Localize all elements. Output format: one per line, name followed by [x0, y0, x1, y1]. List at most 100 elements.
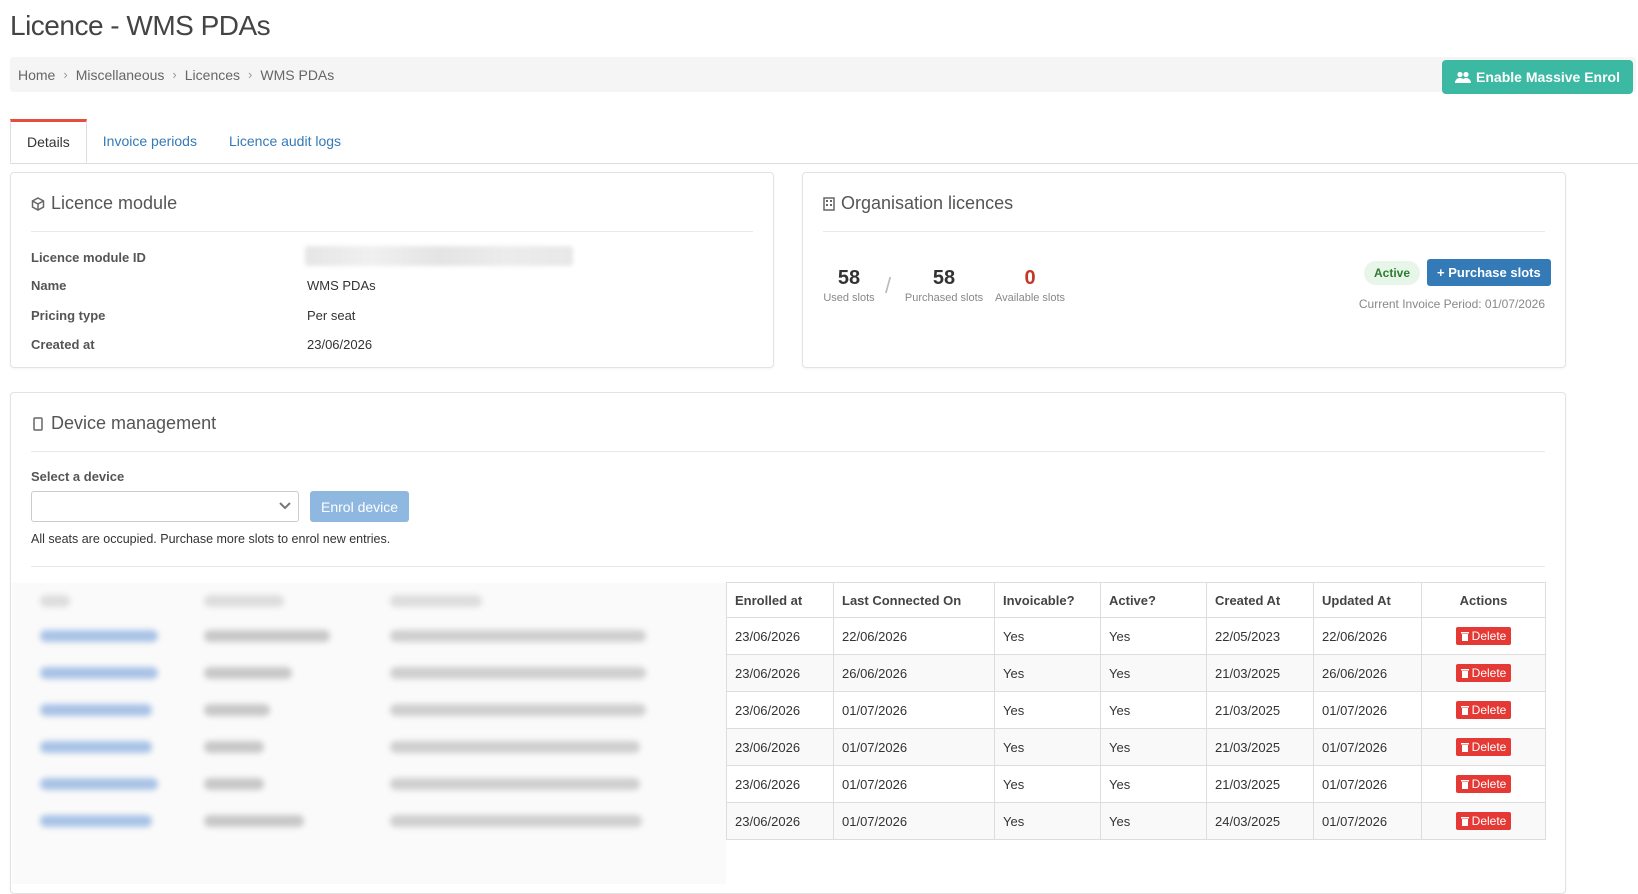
tablet-icon [33, 416, 43, 431]
enrolled-at-cell: 23/06/2026 [726, 691, 834, 729]
created-at-cell: 21/03/2025 [1206, 691, 1314, 729]
column-created-at[interactable]: Created At [1206, 582, 1314, 618]
enrolled-at-cell: 23/06/2026 [726, 617, 834, 655]
last-connected-cell: 01/07/2026 [833, 765, 995, 803]
table-row: 23/06/2026 26/06/2026 Yes Yes 21/03/2025… [726, 654, 1546, 692]
table-row: 23/06/2026 01/07/2026 Yes Yes 21/03/2025… [726, 765, 1546, 803]
name-value: WMS PDAs [307, 278, 376, 293]
table-header-row: Enrolled at Last Connected On Invoicable… [726, 582, 1546, 618]
invoicable-cell: Yes [994, 654, 1101, 692]
breadcrumb-bar: Home › Miscellaneous › Licences › WMS PD… [10, 57, 1636, 94]
enable-massive-enrol-button[interactable]: Enable Massive Enrol [1442, 60, 1633, 94]
updated-at-cell: 01/07/2026 [1313, 691, 1422, 729]
purchased-slots-stat: 58 Purchased slots [903, 267, 985, 304]
updated-at-cell: 26/06/2026 [1313, 654, 1422, 692]
chevron-right-icon: › [63, 67, 68, 82]
delete-button[interactable]: Delete [1455, 627, 1512, 645]
licence-module-id-value-redacted [305, 246, 573, 266]
used-slots-value: 58 [837, 267, 861, 289]
column-updated-at[interactable]: Updated At [1313, 582, 1422, 618]
trash-icon [1460, 669, 1469, 678]
pricing-type-value: Per seat [307, 308, 356, 323]
created-at-value: 23/06/2026 [307, 337, 373, 352]
delete-button[interactable]: Delete [1455, 738, 1512, 756]
used-slots-label: Used slots [823, 292, 875, 304]
divider [31, 451, 1545, 452]
pricing-type-label: Pricing type [31, 308, 106, 323]
column-last-connected-on[interactable]: Last Connected On [833, 582, 995, 618]
purchased-slots-value: 58 [932, 267, 956, 289]
available-slots-value: 0 [1024, 267, 1036, 289]
column-enrolled-at[interactable]: Enrolled at [726, 582, 834, 618]
last-connected-cell: 26/06/2026 [833, 654, 995, 692]
invoicable-cell: Yes [994, 691, 1101, 729]
created-at-cell: 21/03/2025 [1206, 728, 1314, 766]
licence-module-title: Licence module [31, 193, 177, 214]
actions-cell: Delete [1421, 728, 1546, 766]
actions-cell: Delete [1421, 617, 1546, 655]
last-connected-cell: 01/07/2026 [833, 728, 995, 766]
enrolled-at-cell: 23/06/2026 [726, 802, 834, 840]
breadcrumb-licences[interactable]: Licences [185, 67, 240, 83]
actions-cell: Delete [1421, 765, 1546, 803]
chevron-right-icon: › [248, 67, 253, 82]
active-cell: Yes [1100, 765, 1207, 803]
table-row: 23/06/2026 01/07/2026 Yes Yes 21/03/2025… [726, 728, 1546, 766]
divider [31, 566, 1545, 567]
enrolled-at-cell: 23/06/2026 [726, 654, 834, 692]
cube-icon [31, 196, 45, 211]
purchased-slots-label: Purchased slots [904, 292, 984, 304]
actions-cell: Delete [1421, 691, 1546, 729]
tab-bar: Details Invoice periods Licence audit lo… [10, 119, 1638, 164]
breadcrumb-current: WMS PDAs [260, 66, 335, 83]
invoicable-cell: Yes [994, 802, 1101, 840]
delete-button[interactable]: Delete [1455, 775, 1512, 793]
active-cell: Yes [1100, 617, 1207, 655]
tab-invoice-periods[interactable]: Invoice periods [87, 119, 213, 162]
column-actions: Actions [1421, 582, 1546, 618]
tab-licence-audit-logs[interactable]: Licence audit logs [213, 119, 357, 162]
redacted-columns [12, 583, 726, 884]
invoicable-cell: Yes [994, 617, 1101, 655]
updated-at-cell: 01/07/2026 [1313, 728, 1422, 766]
licence-module-id-label: Licence module ID [31, 250, 146, 265]
devices-table: Enrolled at Last Connected On Invoicable… [726, 582, 1546, 840]
delete-button[interactable]: Delete [1455, 664, 1512, 682]
enrol-device-button[interactable]: Enrol device [310, 491, 410, 522]
device-select[interactable] [31, 491, 299, 522]
table-row: 23/06/2026 01/07/2026 Yes Yes 24/03/2025… [726, 802, 1546, 840]
delete-button[interactable]: Delete [1455, 812, 1512, 830]
created-at-cell: 24/03/2025 [1206, 802, 1314, 840]
enrolled-at-cell: 23/06/2026 [726, 765, 834, 803]
last-connected-cell: 01/07/2026 [833, 802, 995, 840]
table-row: 23/06/2026 22/06/2026 Yes Yes 22/05/2023… [726, 617, 1546, 655]
trash-icon [1460, 817, 1469, 826]
delete-button[interactable]: Delete [1455, 701, 1512, 719]
actions-cell: Delete [1421, 654, 1546, 692]
trash-icon [1460, 632, 1469, 641]
breadcrumb: Home › Miscellaneous › Licences › WMS PD… [18, 57, 334, 92]
building-icon [823, 196, 835, 211]
slash-divider: / [885, 273, 892, 298]
breadcrumb-home[interactable]: Home [18, 67, 55, 83]
divider [823, 231, 1545, 232]
purchase-slots-button[interactable]: + Purchase slots [1427, 259, 1551, 286]
column-invoicable[interactable]: Invoicable? [994, 582, 1101, 618]
trash-icon [1460, 706, 1469, 715]
created-at-cell: 21/03/2025 [1206, 765, 1314, 803]
breadcrumb-miscellaneous[interactable]: Miscellaneous [76, 67, 165, 83]
chevron-right-icon: › [172, 67, 177, 82]
updated-at-cell: 22/06/2026 [1313, 617, 1422, 655]
used-slots-stat: 58 Used slots [821, 267, 877, 304]
created-at-cell: 22/05/2023 [1206, 617, 1314, 655]
chevron-down-icon [279, 502, 291, 510]
enrolled-at-cell: 23/06/2026 [726, 728, 834, 766]
tab-details[interactable]: Details [10, 119, 87, 163]
column-active[interactable]: Active? [1100, 582, 1207, 618]
last-connected-cell: 01/07/2026 [833, 691, 995, 729]
active-cell: Yes [1100, 728, 1207, 766]
status-badge: Active [1364, 261, 1421, 285]
plus-icon: + [1437, 265, 1445, 280]
active-cell: Yes [1100, 802, 1207, 840]
organisation-licences-card: Organisation licences 58 Used slots / 58… [802, 172, 1566, 368]
